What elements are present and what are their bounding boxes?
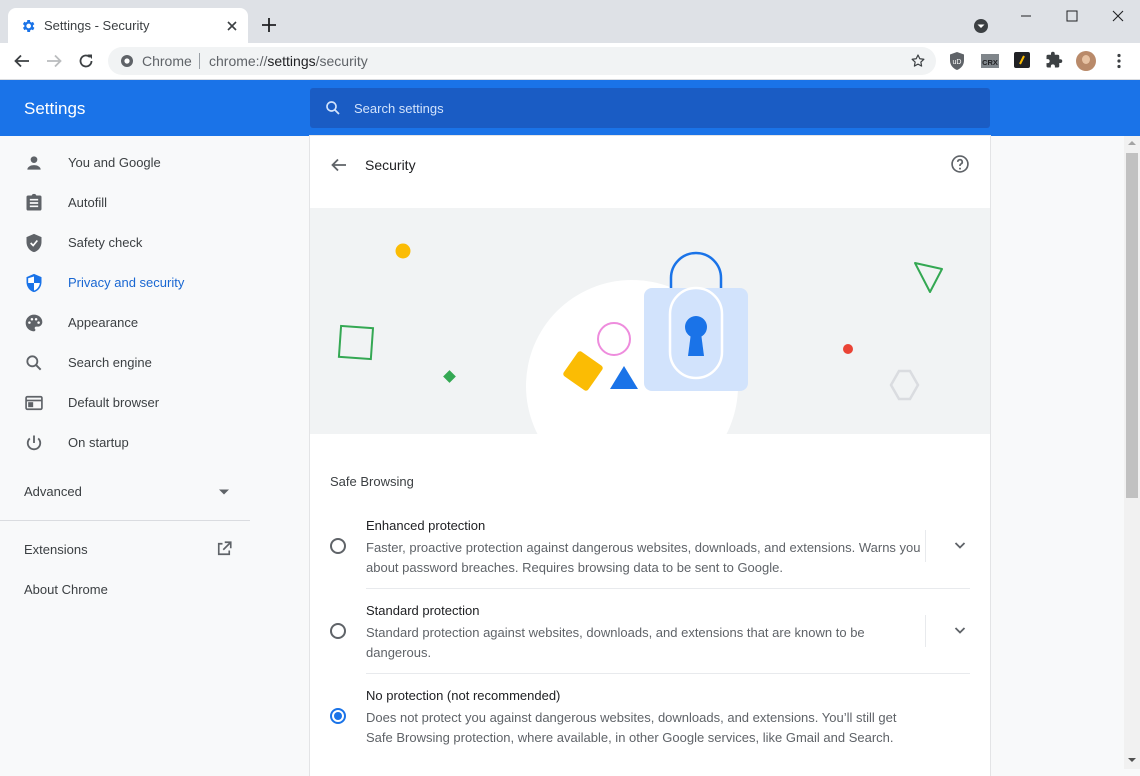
standard-protection-option[interactable]: Standard protection Standard protection … — [330, 603, 970, 663]
title-bar: Settings - Security — [0, 0, 1140, 43]
crx-icon[interactable]: CRX — [980, 51, 1000, 71]
clipboard-icon — [24, 193, 44, 213]
dev-extension-icon[interactable] — [1013, 51, 1031, 69]
scrollbar-thumb[interactable] — [1126, 153, 1138, 498]
profile-avatar[interactable] — [1076, 51, 1096, 71]
security-illustration — [310, 208, 990, 434]
sidebar-item-privacy-and-security[interactable]: Privacy and security — [0, 263, 250, 303]
shield-check-icon — [24, 233, 44, 253]
help-icon[interactable] — [950, 154, 970, 174]
tab-search-icon[interactable] — [972, 17, 990, 35]
search-icon — [324, 99, 342, 117]
settings-gear-icon — [20, 18, 36, 34]
search-settings-input[interactable] — [354, 97, 954, 119]
settings-title: Settings — [24, 99, 86, 118]
ublock-icon[interactable]: uD — [948, 51, 966, 71]
sidebar-item-label: Safety check — [68, 235, 143, 250]
back-arrow-icon[interactable] — [13, 52, 31, 70]
power-icon — [24, 433, 44, 453]
kebab-menu-icon[interactable] — [1112, 53, 1126, 69]
option-description: Faster, proactive protection against dan… — [366, 540, 921, 575]
origin-chip: Chrome — [142, 53, 192, 69]
sidebar-item-label: Default browser — [68, 395, 160, 410]
back-arrow-icon[interactable] — [330, 156, 348, 174]
section-title: Safe Browsing — [330, 474, 414, 489]
chevron-down-icon[interactable] — [952, 537, 968, 553]
sidebar-item-default-browser[interactable]: Default browser — [0, 383, 250, 423]
option-divider — [366, 673, 970, 674]
browser-toolbar: Chrome chrome://settings/security uD CRX — [0, 43, 1140, 80]
page-scrollbar[interactable] — [1124, 136, 1140, 769]
enhanced-protection-option[interactable]: Enhanced protection Faster, proactive pr… — [330, 518, 970, 578]
sidebar-divider — [0, 520, 250, 521]
sidebar-item-on-startup[interactable]: On startup — [0, 423, 250, 463]
omnibox-separator — [199, 53, 200, 69]
tab-close-icon[interactable] — [225, 19, 239, 33]
security-card: Security Safe Browsing Enhanced protecti… — [310, 136, 990, 776]
chrome-site-icon[interactable] — [120, 54, 134, 68]
sidebar-extensions-link[interactable]: Extensions — [24, 542, 88, 557]
window-close-icon[interactable] — [1110, 8, 1126, 24]
page-title: Security — [365, 157, 416, 173]
maximize-icon[interactable] — [1064, 8, 1080, 24]
browser-tab[interactable]: Settings - Security — [8, 8, 248, 43]
search-settings-box[interactable] — [310, 88, 990, 128]
bookmark-star-icon[interactable] — [910, 53, 926, 69]
chevron-down-icon[interactable] — [952, 622, 968, 638]
url-text[interactable]: chrome://settings/security — [209, 53, 368, 69]
option-title: No protection (not recommended) — [366, 688, 561, 703]
option-divider — [366, 588, 970, 589]
caret-down-icon[interactable] — [218, 488, 230, 496]
radio-enhanced-protection[interactable] — [330, 538, 346, 554]
sidebar-item-appearance[interactable]: Appearance — [0, 303, 250, 343]
radio-no-protection[interactable] — [330, 708, 346, 724]
radio-standard-protection[interactable] — [330, 623, 346, 639]
reload-icon[interactable] — [77, 52, 95, 70]
palette-icon — [24, 313, 44, 333]
browser-icon — [24, 393, 44, 413]
open-in-new-icon[interactable] — [215, 540, 233, 558]
minimize-icon[interactable] — [1018, 8, 1034, 24]
sidebar-item-label: Privacy and security — [68, 275, 185, 290]
sidebar-item-search-engine[interactable]: Search engine — [0, 343, 250, 383]
option-title: Enhanced protection — [366, 518, 486, 533]
scroll-up-icon[interactable] — [1124, 136, 1140, 150]
settings-header: Settings — [0, 80, 1140, 136]
new-tab-plus-icon[interactable] — [260, 16, 278, 34]
sidebar-item-you-and-google[interactable]: You and Google — [0, 143, 250, 183]
settings-sidebar: You and Google Autofill Safety check Pri… — [0, 136, 250, 769]
no-protection-option[interactable]: No protection (not recommended) Does not… — [330, 688, 970, 748]
sidebar-item-label: Appearance — [68, 315, 139, 330]
sidebar-item-label: Autofill — [68, 195, 108, 210]
sidebar-about-chrome[interactable]: About Chrome — [24, 582, 108, 597]
sidebar-item-safety-check[interactable]: Safety check — [0, 223, 250, 263]
sidebar-item-autofill[interactable]: Autofill — [0, 183, 250, 223]
svg-text:uD: uD — [953, 59, 962, 66]
option-title: Standard protection — [366, 603, 480, 618]
person-icon — [24, 153, 44, 173]
shield-half-icon — [24, 273, 44, 293]
option-separator — [925, 615, 926, 647]
option-description: Standard protection against websites, do… — [366, 625, 865, 660]
address-bar[interactable]: Chrome chrome://settings/security — [108, 47, 936, 75]
puzzle-icon[interactable] — [1045, 51, 1063, 69]
forward-arrow-icon[interactable] — [45, 52, 63, 70]
svg-text:CRX: CRX — [982, 58, 998, 67]
search-icon — [24, 353, 44, 373]
sidebar-item-label: You and Google — [68, 155, 161, 170]
sidebar-item-label: On startup — [68, 435, 129, 450]
scroll-down-icon[interactable] — [1124, 753, 1140, 767]
option-description: Does not protect you against dangerous w… — [366, 710, 897, 745]
tab-title: Settings - Security — [44, 18, 150, 33]
sidebar-item-label: Search engine — [68, 355, 152, 370]
sidebar-advanced[interactable]: Advanced — [24, 484, 82, 499]
option-separator — [925, 530, 926, 562]
